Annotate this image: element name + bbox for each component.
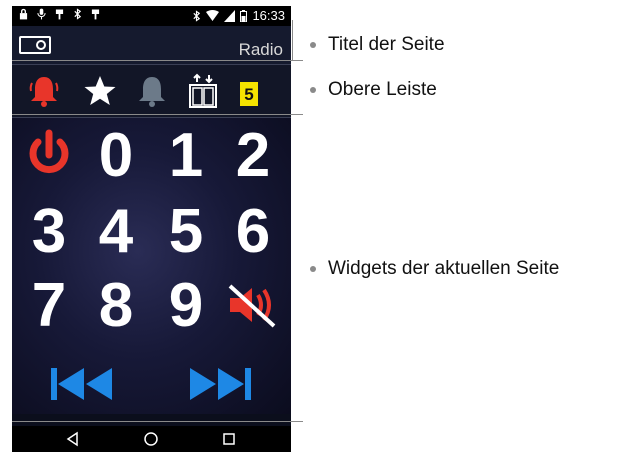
key-5[interactable]: 5 (153, 196, 219, 266)
radio-icon[interactable] (19, 36, 51, 54)
bluetooth-icon (74, 8, 82, 20)
clock: 16:33 (252, 8, 285, 23)
status-bar: 16:33 (12, 6, 291, 26)
bullet (310, 266, 316, 272)
elevator-icon[interactable] (185, 73, 221, 109)
key-8[interactable]: 8 (83, 270, 149, 340)
radio-knob (36, 40, 46, 50)
home-icon[interactable] (142, 430, 160, 448)
usb-icon (55, 9, 64, 20)
power-button[interactable] (16, 120, 82, 190)
grey-bell-icon[interactable] (134, 73, 170, 109)
key-3[interactable]: 3 (16, 196, 82, 266)
page-title: Radio (238, 40, 283, 59)
callout-line-title (12, 60, 303, 61)
star-icon[interactable] (82, 73, 118, 109)
callout-line-top-bar (12, 114, 303, 115)
key-7[interactable]: 7 (16, 270, 82, 340)
battery-icon (240, 9, 248, 22)
key-1[interactable]: 1 (153, 120, 219, 190)
annotation-top-bar-text: Obere Leiste (328, 79, 437, 100)
annotation-title: Titel der Seite (310, 34, 445, 56)
badge[interactable]: 5 (240, 82, 258, 106)
callout-line-widgets (12, 421, 303, 422)
key-9[interactable]: 9 (153, 270, 219, 340)
bullet (310, 42, 316, 48)
top-bar: 5 (12, 65, 291, 118)
recents-icon[interactable] (220, 430, 238, 448)
signal-icon (224, 9, 236, 22)
back-icon[interactable] (64, 430, 82, 448)
annotation-widgets: Widgets der aktuellen Seite (310, 258, 559, 280)
key-4[interactable]: 4 (83, 196, 149, 266)
bluetooth-icon (193, 9, 201, 22)
nav-bar (12, 426, 291, 452)
wifi-icon (206, 9, 220, 21)
annotation-top-bar: Obere Leiste (310, 79, 437, 101)
key-2[interactable]: 2 (220, 120, 286, 190)
annotation-title-text: Titel der Seite (328, 34, 445, 55)
widgets-area: 0 1 2 3 4 5 6 7 8 9 (12, 118, 291, 414)
skip-previous-icon[interactable] (48, 364, 118, 404)
lock-icon (19, 8, 28, 20)
skip-next-icon[interactable] (184, 364, 254, 404)
key-6[interactable]: 6 (220, 196, 286, 266)
key-0[interactable]: 0 (83, 120, 149, 190)
callout-tick-title (292, 20, 293, 60)
annotation-widgets-text: Widgets der aktuellen Seite (328, 258, 560, 279)
red-bell-icon[interactable] (26, 73, 62, 109)
phone-screen: 16:33 Radio 5 0 1 2 3 4 5 6 7 8 9 (12, 6, 291, 452)
usb-icon (91, 9, 100, 20)
mute-icon[interactable] (220, 270, 286, 340)
bullet (310, 87, 316, 93)
microphone-icon (37, 8, 46, 20)
